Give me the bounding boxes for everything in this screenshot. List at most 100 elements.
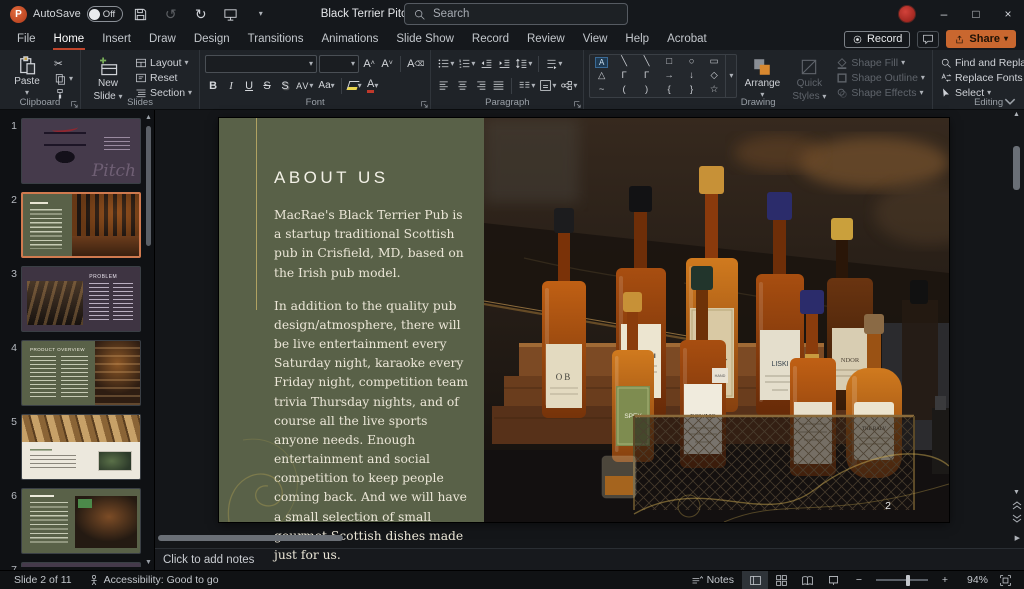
font-size-combobox[interactable]: ▾ [319,55,359,73]
line-spacing-button[interactable]: ▾ [514,55,533,72]
curve-shape-icon[interactable]: ) [645,85,648,95]
arc-shape-icon[interactable]: ( [623,85,626,95]
slide-show-button[interactable] [820,571,846,589]
scroll-up-icon[interactable]: ▲ [1011,111,1022,118]
font-color-button[interactable]: A▾ [365,77,381,94]
tab-design[interactable]: Design [185,28,239,50]
account-avatar[interactable] [898,5,916,23]
record-button[interactable]: Record [844,31,910,48]
zoom-slider[interactable] [876,571,928,589]
slide-thumbnail-4[interactable]: PRODUCT OVERVIEW [21,340,141,406]
left-brace-shape-icon[interactable]: { [668,85,671,95]
oval-shape-icon[interactable]: ○ [689,57,695,67]
quick-access-toolbar-chevron-icon[interactable]: ▾ [249,2,273,26]
text-shadow-button[interactable]: S [277,77,293,94]
tab-draw[interactable]: Draw [140,28,185,50]
slide-sorter-view-button[interactable] [768,571,794,589]
slide-thumbnail-6[interactable] [21,488,141,554]
minimize-button[interactable]: – [928,0,960,28]
clipboard-dialog-launcher-icon[interactable] [70,100,78,108]
justify-button[interactable] [490,77,506,94]
align-text-button[interactable]: ▾ [538,77,557,94]
rectangle-shape-icon[interactable]: □ [666,57,672,67]
normal-view-button[interactable] [742,571,768,589]
zoom-level[interactable]: 94% [958,574,988,586]
redo-button[interactable]: ↻ [189,2,213,26]
tab-help[interactable]: Help [616,28,658,50]
highlight-color-button[interactable]: ▾ [347,77,363,94]
slide-thumbnail-1[interactable]: Pitch [21,118,141,184]
tab-transitions[interactable]: Transitions [239,28,313,50]
shape-outline-button[interactable]: Shape Outline▾ [834,71,927,85]
zoom-out-button[interactable]: − [846,571,872,589]
collapse-ribbon-chevron-icon[interactable] [1004,98,1016,105]
tab-file[interactable]: File [8,28,45,50]
line-shape-icon[interactable]: ╲ [621,57,627,67]
star-shape-icon[interactable]: ☆ [710,85,719,95]
tab-acrobat[interactable]: Acrobat [658,28,716,50]
fit-slide-to-window-button[interactable] [992,571,1018,589]
align-right-button[interactable] [472,77,488,94]
increase-indent-button[interactable] [496,55,512,72]
clear-formatting-button[interactable]: A⌫ [406,55,425,72]
decrease-indent-button[interactable] [478,55,494,72]
close-button[interactable]: × [992,0,1024,28]
triangle-shape-icon[interactable]: △ [598,71,605,81]
font-dialog-launcher-icon[interactable] [420,100,428,108]
tab-insert[interactable]: Insert [93,28,140,50]
previous-slide-button[interactable] [1012,500,1022,510]
arrow-down-shape-icon[interactable]: ↓ [689,71,694,81]
comments-button[interactable] [917,31,939,48]
elbow-arrow-shape-icon[interactable]: Γ [644,71,649,81]
arrow-right-shape-icon[interactable]: → [664,71,674,81]
thumbnail-panel-scrollbar[interactable]: ▲ ▼ [144,114,153,566]
reset-button[interactable]: Reset [133,71,194,85]
paste-button[interactable]: Paste ▾ [5,54,49,97]
right-brace-shape-icon[interactable]: } [690,85,693,95]
undo-button[interactable]: ↺ [159,2,183,26]
find-and-replace-button[interactable]: Find and Replace [938,56,1024,70]
scroll-right-icon[interactable]: ▶ [1015,535,1020,542]
vertical-scrollbar[interactable]: ▲ [1011,112,1022,488]
elbow-connector-shape-icon[interactable]: Γ [621,71,626,81]
tab-record[interactable]: Record [463,28,518,50]
slide-thumbnail-2-selected[interactable] [21,192,141,258]
numbering-button[interactable]: ▾ [457,55,476,72]
tab-slide-show[interactable]: Slide Show [387,28,463,50]
search-input[interactable]: Search [404,3,628,25]
tab-review[interactable]: Review [518,28,574,50]
shape-fill-button[interactable]: Shape Fill▾ [834,56,927,70]
shapes-gallery-more-button[interactable]: ▾ [725,55,736,97]
font-name-combobox[interactable]: ▾ [205,55,317,73]
slide-text-panel[interactable]: ABOUT US MacRae's Black Terrier Pub is a… [219,118,484,522]
slide-thumbnail-3[interactable]: PROBLEM [21,266,141,332]
slide-thumbnail-5[interactable] [21,414,141,480]
share-button[interactable]: Share ▾ [946,30,1016,48]
thumbnail-scroll-down-icon[interactable]: ▼ [144,559,153,566]
convert-to-smartart-button[interactable]: ▾ [559,77,578,94]
tab-animations[interactable]: Animations [312,28,387,50]
slide-thumbnail-7[interactable] [21,562,141,567]
slide-title[interactable]: ABOUT US [274,168,462,188]
whisky-bottles-photo[interactable]: OB LAPHROI [484,118,949,522]
align-left-button[interactable] [436,77,452,94]
scribble-shape-icon[interactable]: ~ [599,85,605,95]
notes-toggle-button[interactable]: Notes [683,571,742,589]
start-presentation-icon[interactable] [219,2,243,26]
columns-button[interactable]: ▾ [517,77,536,94]
zoom-in-button[interactable]: + [932,571,958,589]
diamond-shape-icon[interactable]: ◇ [710,71,717,81]
reading-view-button[interactable] [794,571,820,589]
layout-button[interactable]: Layout▾ [133,56,194,70]
shapes-gallery[interactable]: A ╲ ╲ □ ○ ▭ △ Γ Γ → ↓ ◇ ~ ( ) { } [589,54,737,98]
quick-styles-button[interactable]: Quick Styles ▾ [787,54,831,102]
powerpoint-app-icon[interactable]: P [10,6,27,23]
scroll-down-icon[interactable]: ▼ [1011,489,1022,496]
strikethrough-button[interactable]: S [259,77,275,94]
next-slide-button[interactable] [1012,514,1022,524]
paragraph-dialog-launcher-icon[interactable] [573,100,581,108]
align-center-button[interactable] [454,77,470,94]
copy-button[interactable]: ▾ [52,72,75,86]
thumbnail-scroll-up-icon[interactable]: ▲ [144,114,153,121]
grow-font-button[interactable]: A˄ [361,55,377,72]
